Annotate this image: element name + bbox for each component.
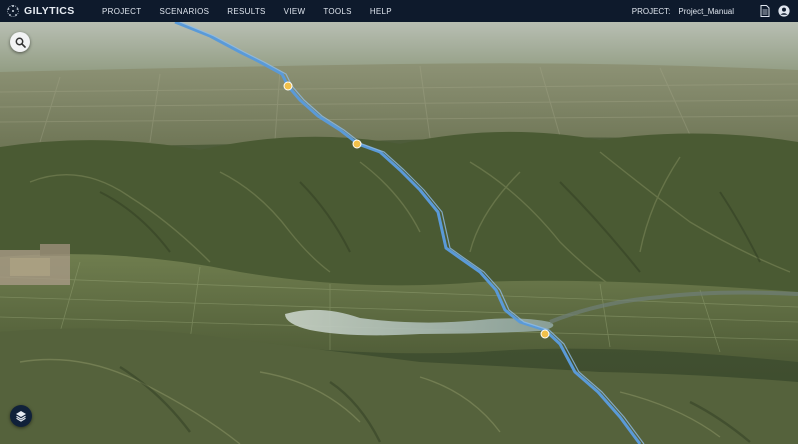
menu-help[interactable]: HELP [370,7,392,16]
map-3d-view[interactable] [0,22,798,444]
layers-button[interactable] [10,405,32,427]
brand-name: GILYTICS [24,5,75,17]
search-icon [15,37,26,48]
search-button[interactable] [10,32,30,52]
terrain-imagery [0,22,798,444]
menu-results[interactable]: RESULTS [227,7,265,16]
menu-view[interactable]: VIEW [284,7,306,16]
top-navbar: GILYTICS PROJECT SCENARIOS RESULTS VIEW … [0,0,798,22]
account-button[interactable] [778,5,790,17]
document-icon [760,5,770,17]
route-marker[interactable] [352,139,362,149]
layers-icon [16,411,26,422]
main-menu: PROJECT SCENARIOS RESULTS VIEW TOOLS HEL… [102,7,410,16]
project-name[interactable]: Project_Manual [678,7,734,16]
route-marker[interactable] [283,81,293,91]
menu-tools[interactable]: TOOLS [323,7,351,16]
brand[interactable]: GILYTICS [6,4,96,18]
network-globe-icon [7,5,19,17]
menu-scenarios[interactable]: SCENARIOS [159,7,209,16]
document-button[interactable] [760,5,770,17]
menu-project[interactable]: PROJECT [102,7,141,16]
account-icon [778,5,790,17]
route-marker[interactable] [540,329,550,339]
project-label: PROJECT: [631,6,671,16]
